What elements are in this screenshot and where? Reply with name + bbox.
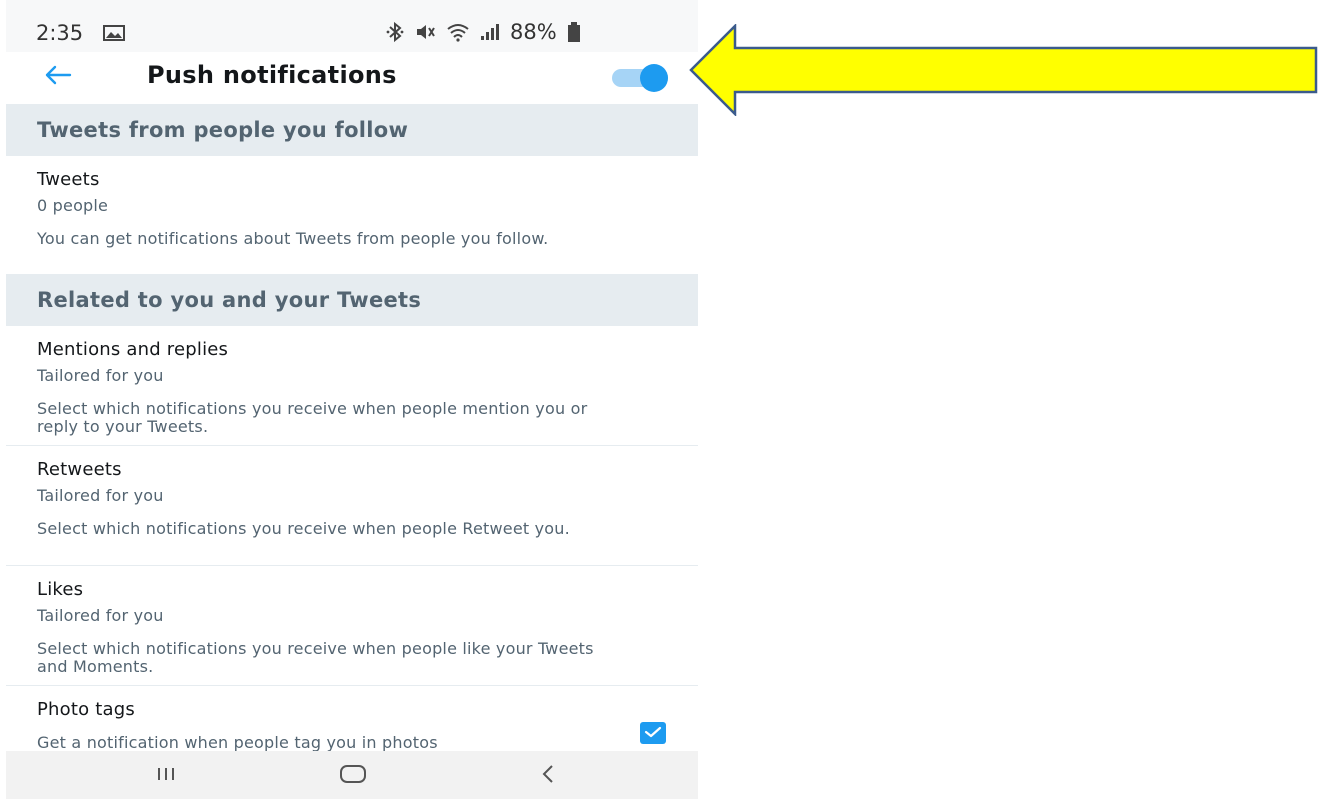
setting-item-tweets[interactable]: Tweets 0 people You can get notification… — [6, 156, 698, 274]
toggle-knob — [640, 64, 668, 92]
yellow-callout-arrow — [689, 24, 1318, 116]
section-header-tweets-from-people: Tweets from people you follow — [6, 104, 698, 156]
item-value: Tailored for you — [37, 486, 164, 505]
item-value: 0 people — [37, 196, 109, 215]
photo-tags-checkbox[interactable] — [640, 722, 666, 744]
item-description: You can get notifications about Tweets f… — [37, 229, 549, 248]
setting-item-mentions-and-replies[interactable]: Mentions and replies Tailored for you Se… — [6, 326, 698, 445]
battery-percent: 88% — [510, 20, 557, 44]
gallery-icon — [103, 25, 125, 41]
setting-item-likes[interactable]: Likes Tailored for you Select which noti… — [6, 566, 698, 685]
recents-button[interactable] — [136, 763, 196, 789]
signal-icon — [480, 23, 500, 41]
bluetooth-icon — [386, 21, 404, 43]
setting-item-retweets[interactable]: Retweets Tailored for you Select which n… — [6, 446, 698, 565]
setting-item-photo-tags[interactable]: Photo tags Get a notification when peopl… — [6, 686, 698, 752]
home-button[interactable] — [323, 763, 383, 789]
item-description: Select which notifications you receive w… — [37, 639, 594, 676]
item-description: Select which notifications you receive w… — [37, 399, 588, 436]
section-header-related-to-you: Related to you and your Tweets — [6, 274, 698, 326]
back-button[interactable] — [38, 59, 78, 95]
item-description: Select which notifications you receive w… — [37, 519, 570, 538]
phone-screen: 2:35 88% Push notifications Tweets from … — [6, 0, 698, 799]
nav-back-button[interactable] — [518, 763, 578, 789]
wifi-icon — [446, 22, 470, 42]
status-icons: 88% — [386, 20, 581, 44]
checkmark-icon — [644, 724, 662, 743]
status-time: 2:35 — [36, 21, 84, 45]
item-title: Tweets — [37, 169, 100, 190]
item-value: Tailored for you — [37, 606, 164, 625]
item-value: Tailored for you — [37, 366, 164, 385]
push-notifications-toggle[interactable] — [608, 63, 670, 92]
recents-icon — [155, 765, 177, 787]
page-title: Push notifications — [147, 61, 397, 89]
item-title: Retweets — [37, 459, 122, 480]
mute-icon — [414, 21, 436, 43]
battery-icon — [567, 22, 581, 42]
item-title: Photo tags — [37, 699, 135, 720]
app-bar: Push notifications — [6, 52, 698, 102]
item-title: Likes — [37, 579, 84, 600]
home-icon — [338, 763, 368, 789]
android-nav-bar — [6, 751, 698, 799]
item-title: Mentions and replies — [37, 339, 229, 360]
item-description: Get a notification when people tag you i… — [37, 733, 438, 752]
arrow-left-icon — [44, 65, 72, 89]
back-icon — [540, 763, 556, 789]
